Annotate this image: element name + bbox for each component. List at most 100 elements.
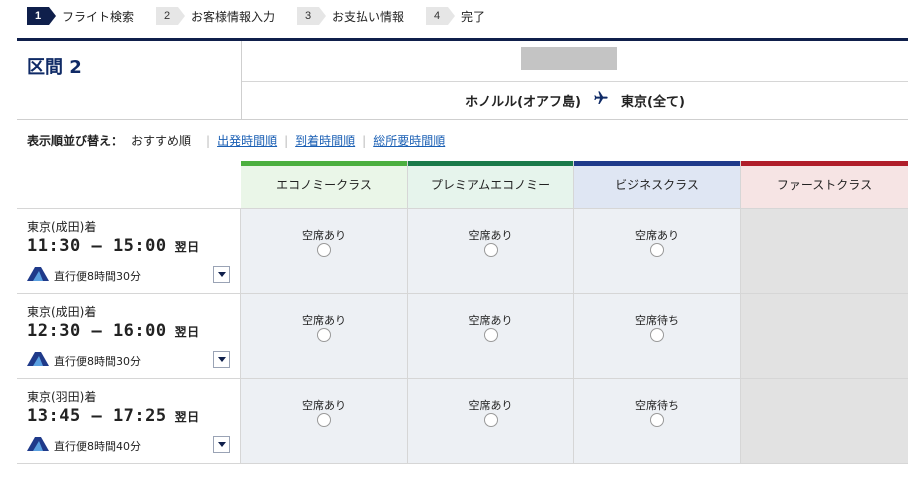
arrive-time: 16:00 — [112, 321, 167, 341]
class-header-economy: エコノミークラス — [241, 161, 408, 209]
seat-status: 空席あり — [468, 229, 513, 242]
flight-duration: 直行便8時間30分 — [54, 270, 141, 283]
expand-details-button[interactable] — [213, 351, 230, 368]
fare-cell-first — [741, 294, 908, 378]
fare-cell-business[interactable]: 空席待ち — [574, 379, 741, 463]
sort-by-departure-link[interactable]: 出発時間順 — [217, 132, 277, 149]
select-radio[interactable] — [317, 413, 331, 427]
step-flight-search: 1 フライト検索 — [27, 7, 134, 25]
sort-bar: 表示順並び替え： おすすめ順 | 出発時間順 | 到着時間順 | 総所要時間順 — [27, 132, 445, 149]
next-day-label: 翌日 — [174, 410, 200, 424]
class-name: エコノミークラス — [276, 178, 372, 192]
select-radio[interactable] — [650, 413, 664, 427]
fare-cell-economy[interactable]: 空席あり — [241, 209, 408, 293]
separator: | — [284, 133, 289, 148]
class-name: ファーストクラス — [776, 178, 873, 192]
fare-cell-business[interactable]: 空席待ち — [574, 294, 741, 378]
section-title-box: 区間 2 — [17, 41, 241, 120]
fare-cell-economy[interactable]: 空席あり — [241, 379, 408, 463]
seat-status: 空席待ち — [635, 314, 679, 327]
time-dash: — — [91, 321, 103, 341]
select-radio[interactable] — [650, 243, 664, 257]
route-summary: ホノルル(オアフ島) 東京(全て) — [242, 90, 908, 110]
step-label: お客様情報入力 — [191, 9, 276, 24]
arrival-airport: 東京(成田)着 — [27, 220, 97, 234]
select-radio[interactable] — [317, 328, 331, 342]
separator: | — [206, 133, 211, 148]
seat-status: 空席あり — [635, 229, 679, 242]
fare-cell-premium-economy[interactable]: 空席あり — [408, 209, 574, 293]
arrival-airport: 東京(成田)着 — [27, 305, 97, 319]
class-accent-bar — [241, 161, 407, 166]
class-header-first: ファーストクラス — [741, 161, 908, 209]
flight-info: 東京(成田)着 12:30 — 16:00 翌日 直行便8時間30分 — [17, 294, 241, 378]
select-radio[interactable] — [483, 413, 498, 427]
sort-by-duration-link[interactable]: 総所要時間順 — [373, 132, 445, 149]
fare-cell-premium-economy[interactable]: 空席あり — [408, 379, 574, 463]
depart-time: 13:45 — [27, 406, 81, 426]
fare-cell-premium-economy[interactable]: 空席あり — [408, 294, 574, 378]
step-payment: 3 お支払い情報 — [297, 7, 404, 25]
date-placeholder — [521, 47, 617, 70]
airline-logo-icon — [27, 267, 49, 281]
flight-info: 東京(羽田)着 13:45 — 17:25 翌日 直行便8時間40分 — [17, 379, 241, 463]
arrive-time: 17:25 — [112, 406, 167, 426]
flight-times: 13:45 — 17:25 翌日 — [27, 406, 200, 426]
flight-info: 東京(成田)着 11:30 — 15:00 翌日 直行便8時間30分 — [17, 209, 241, 293]
route-origin: ホノルル(オアフ島) — [465, 94, 581, 110]
step-number: 3 — [297, 7, 327, 25]
flight-times: 11:30 — 15:00 翌日 — [27, 236, 200, 256]
airline-logo-icon — [27, 352, 49, 366]
class-header-premium-economy: プレミアムエコノミー — [408, 161, 574, 209]
step-customer-info: 2 お客様情報入力 — [156, 7, 275, 25]
fare-cell-first — [741, 379, 908, 463]
seat-status: 空席あり — [302, 399, 346, 412]
select-radio[interactable] — [483, 328, 498, 342]
depart-time: 12:30 — [27, 321, 81, 341]
select-radio[interactable] — [317, 243, 331, 257]
sort-title: 表示順並び替え： — [27, 134, 124, 148]
airline-logo-icon — [27, 437, 49, 451]
select-radio[interactable] — [650, 328, 664, 342]
sort-current: おすすめ順 — [131, 134, 192, 148]
expand-details-button[interactable] — [213, 266, 230, 283]
flight-row: 東京(羽田)着 13:45 — 17:25 翌日 直行便8時間40分 空席あり 空… — [17, 379, 908, 464]
fare-cell-economy[interactable]: 空席あり — [241, 294, 408, 378]
arrive-time: 15:00 — [112, 236, 167, 256]
seat-status: 空席あり — [302, 229, 346, 242]
chevron-down-icon — [217, 272, 226, 277]
chevron-down-icon — [217, 357, 226, 362]
chevron-down-icon — [217, 442, 226, 447]
time-dash: — — [91, 236, 103, 256]
airplane-icon — [593, 90, 609, 110]
seat-status: 空席あり — [468, 399, 513, 412]
flight-duration: 直行便8時間40分 — [54, 440, 141, 453]
flight-row: 東京(成田)着 11:30 — 15:00 翌日 直行便8時間30分 空席あり 空… — [17, 209, 908, 294]
class-accent-bar — [741, 161, 908, 166]
expand-details-button[interactable] — [213, 436, 230, 453]
separator: | — [362, 133, 367, 148]
step-number: 4 — [426, 7, 456, 25]
seat-status: 空席あり — [468, 314, 513, 327]
arrival-airport: 東京(羽田)着 — [27, 390, 97, 404]
flight-duration: 直行便8時間30分 — [54, 355, 141, 368]
step-label: お支払い情報 — [332, 9, 405, 24]
time-dash: — — [91, 406, 103, 426]
seat-status: 空席あり — [302, 314, 346, 327]
route-divider — [242, 81, 908, 82]
fare-cell-business[interactable]: 空席あり — [574, 209, 741, 293]
progress-stepper: 1 フライト検索 2 お客様情報入力 3 お支払い情報 4 完了 — [27, 6, 507, 26]
route-destination: 東京(全て) — [621, 94, 685, 110]
next-day-label: 翌日 — [174, 325, 200, 339]
step-label: フライト検索 — [62, 9, 135, 24]
step-label: 完了 — [461, 9, 486, 24]
next-day-label: 翌日 — [174, 240, 200, 254]
class-name: プレミアムエコノミー — [430, 178, 551, 192]
sort-by-arrival-link[interactable]: 到着時間順 — [295, 132, 355, 149]
flight-row: 東京(成田)着 12:30 — 16:00 翌日 直行便8時間30分 空席あり 空… — [17, 294, 908, 379]
select-radio[interactable] — [483, 243, 498, 257]
step-complete: 4 完了 — [426, 7, 485, 25]
class-name: ビジネスクラス — [615, 178, 699, 192]
class-header-business: ビジネスクラス — [574, 161, 741, 209]
class-accent-bar — [574, 161, 740, 166]
